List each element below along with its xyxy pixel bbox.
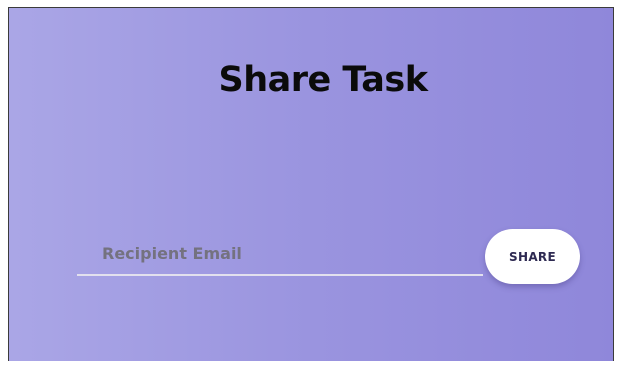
recipient-email-field [77,232,483,278]
recipient-email-input[interactable] [77,232,483,276]
dialog-title: Share Task [218,60,428,100]
share-task-dialog: Share Task SHARE [8,7,614,361]
share-button[interactable]: SHARE [485,229,580,284]
